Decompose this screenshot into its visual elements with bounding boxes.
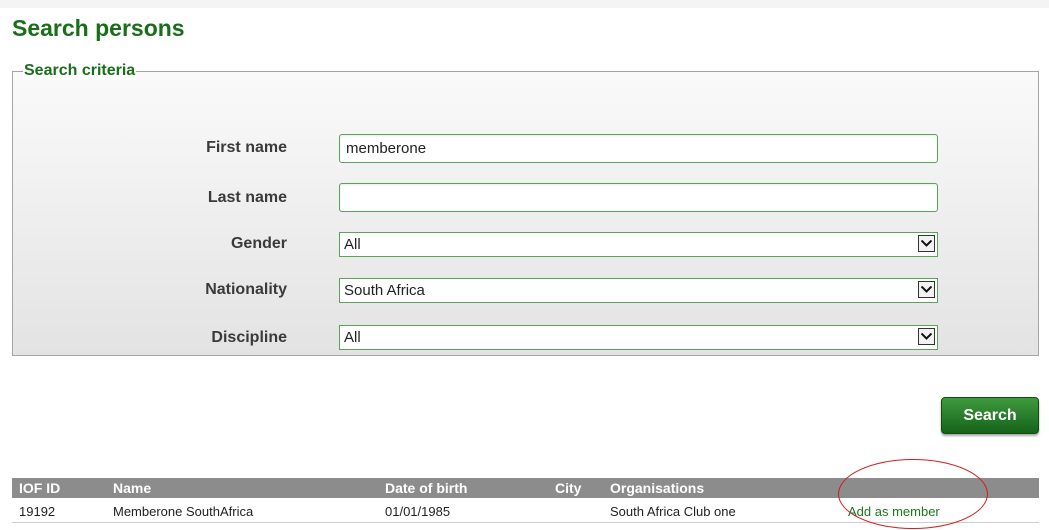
table-header-row: IOF ID Name Date of birth City Organisat… — [12, 478, 1039, 498]
add-as-member-link[interactable]: Add as member — [848, 504, 940, 519]
gender-label: Gender — [230, 235, 287, 252]
discipline-select[interactable]: All — [339, 325, 938, 350]
column-header-name: Name — [113, 480, 152, 496]
nationality-selected-value: South Africa — [344, 282, 425, 299]
last-name-input[interactable] — [339, 183, 938, 212]
search-button[interactable]: Search — [941, 397, 1039, 434]
column-header-city: City — [555, 480, 582, 496]
cell-name: Memberone SouthAfrica — [113, 504, 254, 519]
search-criteria-panel: Search criteria First name Last name Gen… — [12, 62, 1039, 356]
search-criteria-legend: Search criteria — [23, 62, 137, 80]
cell-iof-id: 19192 — [19, 504, 56, 519]
first-name-label: First name — [206, 139, 287, 156]
cell-organisations: South Africa Club one — [610, 504, 736, 519]
column-header-iof-id: IOF ID — [19, 480, 61, 496]
nationality-label: Nationality — [205, 281, 287, 298]
column-header-date-of-birth: Date of birth — [385, 480, 468, 496]
last-name-label: Last name — [207, 189, 287, 206]
chevron-down-icon[interactable] — [918, 328, 935, 345]
page-title: Search persons — [12, 15, 185, 41]
table-row: 19192 Memberone SouthAfrica 01/01/1985 S… — [12, 498, 1039, 523]
chevron-down-icon[interactable] — [918, 235, 935, 252]
gender-select[interactable]: All — [339, 232, 938, 257]
discipline-label: Discipline — [211, 329, 287, 346]
column-header-organisations: Organisations — [610, 480, 705, 496]
first-name-input[interactable] — [339, 134, 938, 163]
chevron-down-icon[interactable] — [918, 281, 935, 298]
nationality-select[interactable]: South Africa — [339, 278, 938, 303]
gender-selected-value: All — [344, 236, 361, 253]
top-strip — [0, 0, 1049, 8]
discipline-selected-value: All — [344, 329, 361, 346]
cell-date-of-birth: 01/01/1985 — [385, 504, 451, 519]
